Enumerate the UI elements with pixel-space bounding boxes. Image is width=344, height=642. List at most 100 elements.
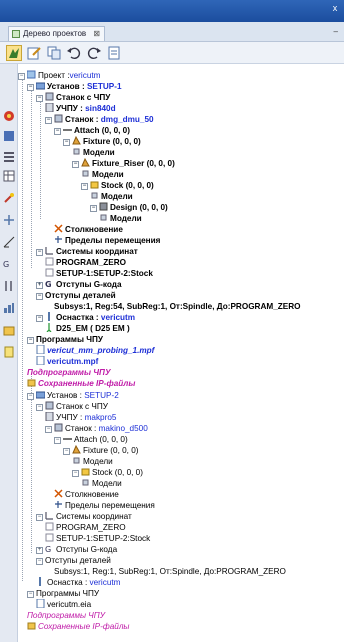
collapse-toggle[interactable]: − [63,139,70,146]
tree-node-nc-programs[interactable]: − Программы ЧПУ [27,588,99,599]
tree-node-program-zero[interactable]: PROGRAM_ZERO [45,257,126,268]
collapse-toggle[interactable]: − [72,470,79,477]
toolbar [0,42,344,64]
tree-node-subsys[interactable]: Subsys:1, Reg:1, SubReg:1, От:Spindle, Д… [54,566,286,577]
collapse-toggle[interactable]: − [36,514,43,521]
tree-node-machine[interactable]: − Станок : makino_d500 [45,423,148,434]
collapse-toggle[interactable]: − [54,437,61,444]
tree-node-machine[interactable]: − Станок : dmg_dmu_50 [45,114,154,125]
tree-node-control[interactable]: УЧПУ : makpro5 [45,411,116,423]
tree-node-detail-offsets[interactable]: − Отступы деталей [36,290,116,301]
collapse-toggle[interactable]: − [27,591,34,598]
note-icon[interactable] [3,346,15,358]
tree-node-cnc-machine[interactable]: − Станок с ЧПУ [36,401,108,412]
tree-node-tooling[interactable]: Оснастка : vericutm [36,577,120,588]
tree-node-attach[interactable]: − Attach (0, 0, 0) [54,434,128,445]
tree-node-models[interactable]: Модели [72,147,115,158]
undo-icon[interactable] [66,45,82,61]
tree-node-subsys[interactable]: Subsys:1, Reg:54, SubReg:1, От:Spindle, … [54,301,301,312]
gcode-icon[interactable]: G [3,258,15,270]
tree-node-gcode-offsets[interactable]: + G Отступы G-кода [36,279,122,290]
tree-node-models[interactable]: Модели [81,169,124,180]
tree-node-control[interactable]: УЧПУ : sin840d [45,102,116,114]
redo-icon[interactable] [86,45,102,61]
layers-icon[interactable] [3,130,15,142]
tree-node-fixture-riser[interactable]: − Fixture_Riser (0, 0, 0) [72,157,175,169]
collapse-toggle[interactable]: − [63,448,70,455]
collapse-toggle[interactable]: − [27,393,34,400]
tree-node-program[interactable]: vericut_mm_probing_1.mpf [36,344,154,356]
tree-node-setup-1[interactable]: − Установ : SETUP-1 [27,81,122,92]
tree-node-attach[interactable]: − Attach (0, 0, 0) [54,125,130,136]
minimize-panel-button[interactable]: – [334,27,338,36]
tree-node-nc-programs[interactable]: − Программы ЧПУ [27,334,103,345]
collapse-toggle[interactable]: − [72,161,79,168]
tree-node-program[interactable]: vericutm.mpf [36,355,98,367]
tree-node-detail-offsets[interactable]: − Отступы деталей [36,555,111,566]
colors-icon[interactable] [3,110,15,122]
table-icon[interactable] [3,170,15,182]
tree-node-stock[interactable]: − Stock (0, 0, 0) [81,180,154,191]
folder-icon[interactable] [3,324,15,336]
collapse-toggle[interactable]: − [27,337,34,344]
collapse-toggle[interactable]: − [36,404,43,411]
tree-node-program[interactable]: vericutm.eia [36,598,91,610]
tree-node-stock[interactable]: − Stock (0, 0, 0) [72,467,143,478]
tree-node-saved-ip[interactable]: Сохраненные IP-файлы [27,378,135,389]
collapse-toggle[interactable]: − [36,558,43,565]
collapse-toggle[interactable]: + [36,282,43,289]
collapse-toggle[interactable]: − [54,128,61,135]
tab-close-icon[interactable]: ⊠ [93,29,100,38]
tree-node-setup-2[interactable]: − Установ : SETUP-2 [27,390,119,401]
measure-icon[interactable] [3,236,15,248]
tab-project-tree[interactable]: Дерево проектов ⊠ [8,26,106,41]
tree-node-subprograms[interactable]: Подпрограммы ЧПУ [27,367,111,378]
tree-node-coord-systems[interactable]: − Системы координат [36,511,132,522]
list-icon[interactable] [3,150,15,162]
tree-node-gcode-offsets[interactable]: + G Отступы G-кода [36,544,117,555]
tree-node-subprograms[interactable]: Подпрограммы ЧПУ [27,610,105,621]
tree-node-setup-stock[interactable]: SETUP-1:SETUP-2:Stock [45,533,150,544]
tree-node-saved-ip[interactable]: Сохраненные IP-файлы [27,621,129,632]
tree-node-collision[interactable]: Столкновение [54,224,123,235]
tree-node-coord-systems[interactable]: − Системы координат [36,246,138,257]
collapse-toggle[interactable]: − [45,426,52,433]
collapse-toggle[interactable]: + [36,547,43,554]
tree-node-design[interactable]: − Design (0, 0, 0) [90,202,168,213]
tool-icon[interactable] [3,192,15,204]
collapse-toggle[interactable]: − [36,95,43,102]
tree-node-models[interactable]: Модели [90,191,133,202]
tree-node-travel-limits[interactable]: Пределы перемещения [54,500,155,511]
tree-node-models[interactable]: Модели [72,456,113,467]
collapse-toggle[interactable]: − [36,315,43,322]
tool-sharpen-icon[interactable] [3,280,15,292]
collapse-toggle[interactable]: − [81,183,88,190]
tree-node-tooling[interactable]: − Оснастка : vericutm [36,312,135,323]
tree-node-program-zero[interactable]: PROGRAM_ZERO [45,522,126,533]
tree-node-travel-limits[interactable]: Пределы перемещения [54,235,160,246]
properties-icon[interactable] [106,45,122,61]
chart-icon[interactable] [3,302,15,314]
collapse-toggle[interactable]: − [36,293,43,300]
tree-node-cnc-machine[interactable]: − Станок с ЧПУ [36,92,110,103]
copy-icon[interactable] [46,45,62,61]
collapse-toggle[interactable]: − [27,84,34,91]
collapse-toggle[interactable]: − [90,205,97,212]
collapse-toggle[interactable]: − [45,117,52,124]
edit-icon[interactable] [26,45,42,61]
machine-icon [54,114,63,123]
tree-node-models[interactable]: Модели [81,478,122,489]
tree-node-fixture[interactable]: − Fixture (0, 0, 0) [63,135,141,147]
close-window-button[interactable]: x [329,2,341,14]
tree-node-collision[interactable]: Столкновение [54,489,119,500]
select-icon[interactable] [6,45,22,61]
fixture-icon [72,444,81,454]
tree-node-tool[interactable]: D25_EM ( D25 EM ) [45,323,130,334]
collapse-toggle[interactable]: − [18,73,25,80]
tree-node-fixture[interactable]: − Fixture (0, 0, 0) [63,444,139,456]
tree-node-setup-stock[interactable]: SETUP-1:SETUP-2:Stock [45,268,153,279]
axis-icon[interactable] [3,214,15,226]
collapse-toggle[interactable]: − [36,249,43,256]
tree-node-project[interactable]: − Проект :vericutm [18,70,100,81]
tree-node-models[interactable]: Модели [99,213,142,224]
